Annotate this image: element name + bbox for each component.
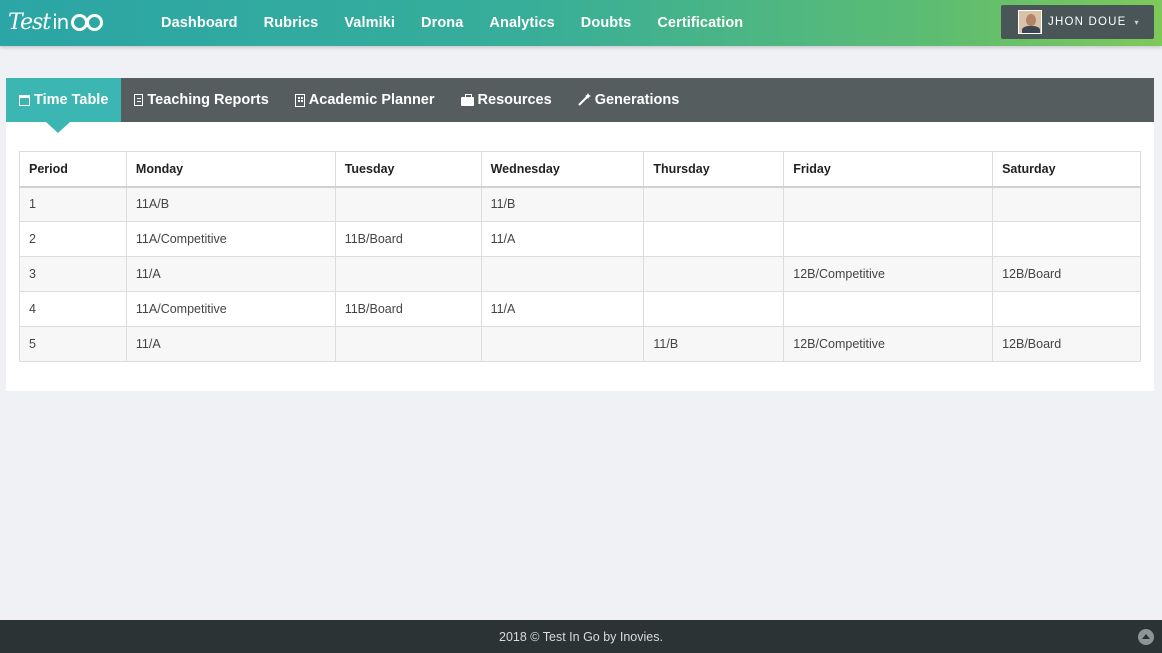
tab-label: Resources [477,92,552,108]
table-cell: 11B/Board [334,221,482,257]
table-cell: 4 [19,291,127,327]
col-header-friday: Friday [783,151,994,188]
table-cell [480,256,645,292]
tab-teaching-reports[interactable]: Teaching Reports [121,78,281,122]
table-cell [992,221,1141,257]
col-header-tuesday: Tuesday [334,151,482,188]
nav-doubts[interactable]: Doubts [568,15,645,31]
table-row: 1 11A/B 11/B [19,186,1141,222]
content-panel: Time Table Teaching Reports Academic Pla… [6,78,1154,391]
table-cell [643,291,785,327]
table-cell [783,221,994,257]
top-navbar: Test in Dashboard Rubrics Valmiki Drona … [0,0,1162,46]
logo-suffix: in [52,10,69,34]
table-row: 5 11/A 11/B 12B/Competitive 12B/Board [19,326,1141,362]
table-cell [643,256,785,292]
user-name: JHON DOUE [1048,16,1127,28]
tab-label: Academic Planner [308,92,435,108]
nav-valmiki[interactable]: Valmiki [331,15,408,31]
table-cell [992,186,1141,222]
chevron-down-icon: ▾ [1134,17,1139,27]
user-menu-button[interactable]: JHON DOUE ▾ [1001,5,1154,39]
timetable: Period Monday Tuesday Wednesday Thursday… [19,151,1141,362]
nav-certification[interactable]: Certification [644,15,756,31]
table-cell: 11/A [125,326,336,362]
table-cell: 5 [19,326,127,362]
table-row: 3 11/A 12B/Competitive 12B/Board [19,256,1141,292]
table-cell: 11A/B [125,186,336,222]
table-row: 2 11A/Competitive 11B/Board 11/A [19,221,1141,257]
table-cell: 11A/Competitive [125,291,336,327]
table-cell: 11/A [125,256,336,292]
tab-resources[interactable]: Resources [448,78,565,122]
table-cell: 11/A [480,291,645,327]
table-header-row: Period Monday Tuesday Wednesday Thursday… [19,151,1141,188]
table-cell [334,256,482,292]
table-cell: 12B/Competitive [783,326,994,362]
app-logo[interactable]: Test in [8,6,104,38]
col-header-period: Period [19,151,127,188]
footer-copyright: 2018 © Test In Go by Inovies. [499,629,663,644]
avatar [1018,10,1042,34]
table-cell: 3 [19,256,127,292]
table-cell: 12B/Competitive [783,256,994,292]
table-cell [783,291,994,327]
table-cell [992,291,1141,327]
footer: 2018 © Test In Go by Inovies. [0,620,1162,653]
tab-label: Teaching Reports [147,92,269,108]
building-icon [294,93,305,107]
table-cell: 11/A [480,221,645,257]
document-icon [134,94,144,106]
col-header-saturday: Saturday [992,151,1141,188]
table-cell: 11/B [643,326,785,362]
calendar-icon [19,94,30,106]
col-header-wednesday: Wednesday [480,151,645,188]
main-nav: Dashboard Rubrics Valmiki Drona Analytic… [148,0,756,46]
tab-label: Time Table [34,92,109,108]
nav-rubrics[interactable]: Rubrics [251,15,332,31]
scroll-to-top-icon[interactable] [1138,629,1154,645]
col-header-monday: Monday [125,151,336,188]
tab-time-table[interactable]: Time Table [6,78,122,133]
magic-wand-icon [577,92,591,108]
tab-generations[interactable]: Generations [565,78,693,122]
nav-analytics[interactable]: Analytics [476,15,567,31]
table-cell: 1 [19,186,127,222]
table-row: 4 11A/Competitive 11B/Board 11/A [19,291,1141,327]
tab-label: Generations [594,92,680,108]
nav-dashboard[interactable]: Dashboard [148,15,251,31]
table-cell [783,186,994,222]
table-cell [643,221,785,257]
briefcase-icon [460,93,474,106]
table-cell [643,186,785,222]
table-cell: 11A/Competitive [125,221,336,257]
table-cell: 11/B [480,186,645,222]
col-header-thursday: Thursday [643,151,785,188]
table-cell: 12B/Board [992,326,1141,362]
table-cell [334,326,482,362]
table-cell [480,326,645,362]
tab-bar: Time Table Teaching Reports Academic Pla… [6,78,1154,133]
logo-text: Test [8,9,51,35]
table-cell [334,186,482,222]
nav-drona[interactable]: Drona [408,15,476,31]
logo-go-mark [70,13,104,31]
table-cell: 12B/Board [992,256,1141,292]
tab-academic-planner[interactable]: Academic Planner [282,78,448,122]
table-cell: 2 [19,221,127,257]
table-cell: 11B/Board [334,291,482,327]
